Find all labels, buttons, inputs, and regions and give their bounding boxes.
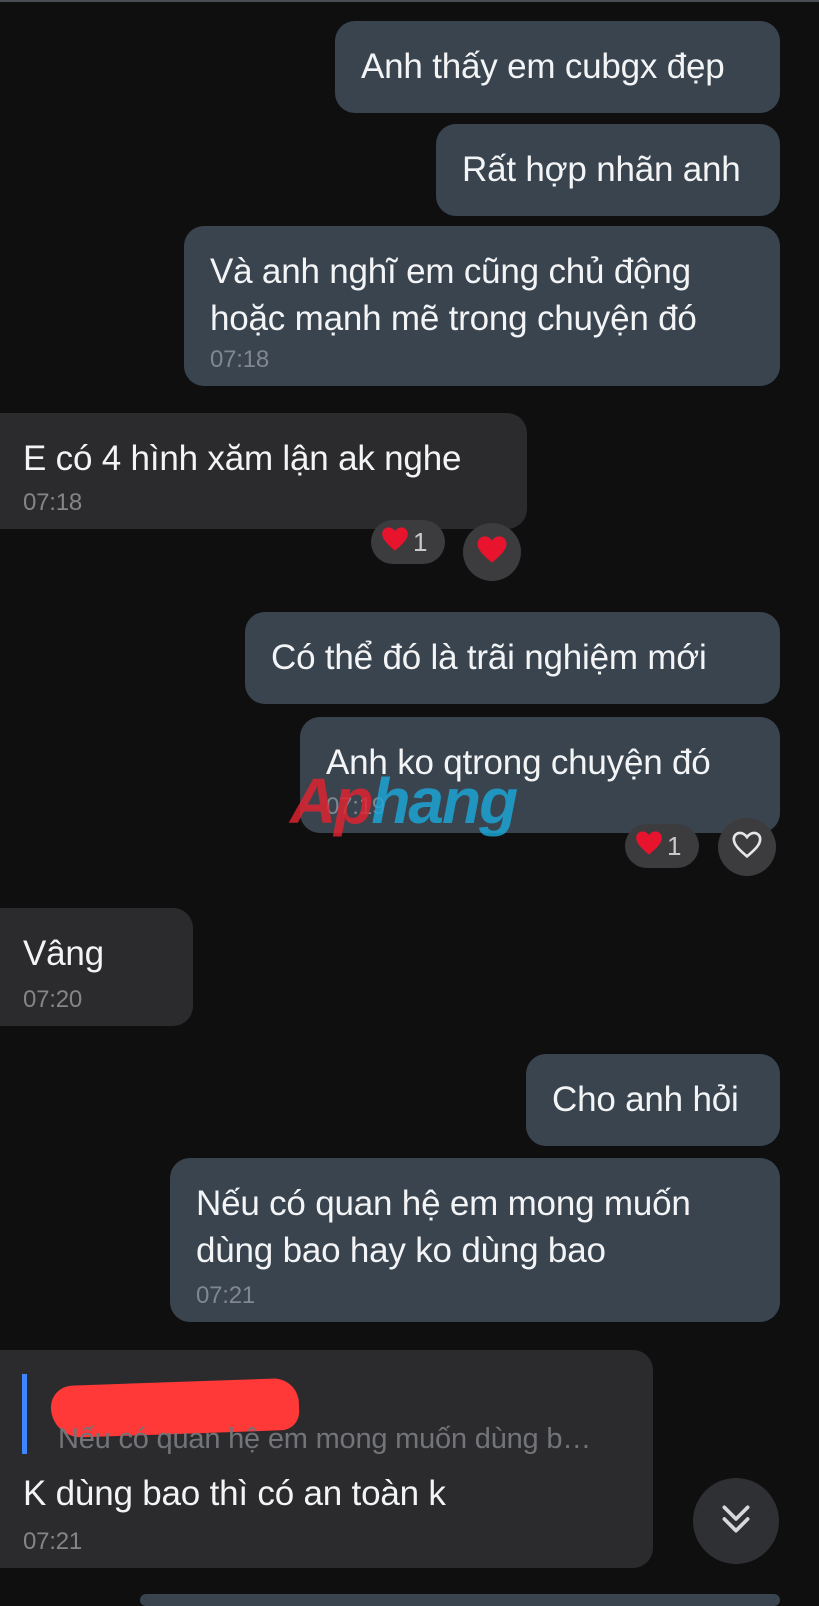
message-text: K dùng bao thì có an toàn k [23,1474,446,1513]
heart-outline-icon [731,830,763,864]
message-incoming-reply[interactable]: Nếu có quan hệ em mong muốn dùng b… K dù… [0,1350,653,1568]
heart-icon [476,535,508,569]
reaction-count: 1 [667,830,682,861]
message-time: 07:18 [210,346,270,373]
message-text: Rất hợp nhãn anh [462,150,741,189]
message-outgoing[interactable]: Và anh nghĩ em cũng chủ động hoặc mạnh m… [184,226,780,386]
message-text: E có 4 hình xăm lận ak nghe [23,439,462,478]
message-time: 07:21 [196,1282,256,1309]
reaction-badge[interactable]: 1 [371,520,445,564]
message-time: 07:20 [23,986,83,1013]
message-time: 07:21 [23,1528,83,1555]
message-outgoing[interactable]: Anh thấy em cubgx đẹp [335,21,780,113]
message-incoming[interactable]: Vâng 07:20 [0,908,193,1026]
heart-icon [635,830,663,863]
message-text: Anh thấy em cubgx đẹp [361,47,725,86]
watermark-logo: Aphang [290,765,518,837]
message-text-line: hoặc mạnh mẽ trong chuyện đó [210,299,697,338]
next-message-edge [140,1594,780,1606]
top-divider [0,0,819,2]
message-outgoing[interactable]: Nếu có quan hệ em mong muốn dùng bao hay… [170,1158,780,1322]
react-button[interactable] [718,818,776,876]
message-text-line: Và anh nghĩ em cũng chủ động [210,252,691,291]
message-outgoing[interactable]: Có thể đó là trãi nghiệm mới [245,612,780,704]
reply-quote[interactable]: Nếu có quan hệ em mong muốn dùng b… [22,1374,629,1455]
react-button[interactable] [463,523,521,581]
message-outgoing[interactable]: Rất hợp nhãn anh [436,124,780,216]
message-text-line: Nếu có quan hệ em mong muốn [196,1184,691,1223]
message-outgoing[interactable]: Cho anh hỏi [526,1054,780,1146]
reaction-badge[interactable]: 1 [625,824,699,868]
reaction-count: 1 [413,526,428,557]
message-text: Cho anh hỏi [552,1080,739,1119]
message-text: Vâng [23,934,104,973]
message-time: 07:18 [23,489,83,516]
message-text: Có thể đó là trãi nghiệm mới [271,638,707,677]
message-incoming[interactable]: E có 4 hình xăm lận ak nghe 07:18 [0,413,527,529]
reply-snippet: Nếu có quan hệ em mong muốn dùng b… [58,1423,592,1455]
scroll-to-bottom-button[interactable] [693,1478,779,1564]
double-chevron-down-icon [716,1499,756,1544]
message-text-line: dùng bao hay ko dùng bao [196,1231,606,1270]
heart-icon [381,526,409,559]
